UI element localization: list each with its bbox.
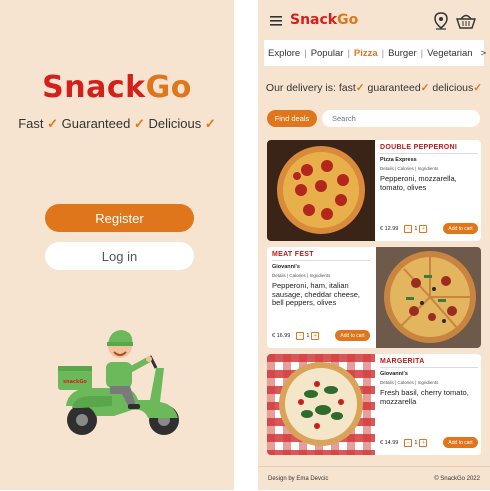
delivery-scooter-illustration: snackGo [58,330,179,435]
check-icon: ✓ [473,82,483,94]
quantity-stepper: − 1 + [404,439,428,447]
product-title: MEAT FEST [272,251,370,261]
add-to-cart-button[interactable]: Add to cart [443,437,478,448]
restaurant-name: Pizza Express [380,157,417,163]
svg-text:snackGo: snackGo [63,379,87,385]
check-icon: ✓ [133,116,145,131]
brand-logo[interactable]: SnackGo [290,12,358,28]
product-links[interactable]: Details | Calories | Ingridients [380,166,478,171]
copyright: © SnackGo 2022 [434,476,480,482]
margherita-pizza-image [267,354,375,455]
check-icon: ✓ [420,82,430,94]
check-icon: ✓ [355,82,365,94]
increase-button[interactable]: + [419,439,428,447]
restaurant-name: Giovanni's [272,264,300,270]
tab-vegetarian[interactable]: Vegetarian [423,48,476,59]
find-deals-button[interactable]: Find deals [267,110,317,127]
restaurant-name: Giovanni's [380,371,408,377]
product-price: € 16.99 [272,333,291,339]
quantity-stepper: − 1 + [404,225,428,233]
register-button[interactable]: Register [45,204,194,232]
decrease-button[interactable]: − [404,225,413,233]
footer: Design by Ema Devcic © SnackGo 2022 [258,466,490,491]
tab-burger[interactable]: Burger [384,48,421,59]
product-card[interactable]: DOUBLE PEPPERONI Pizza Express Details |… [267,140,481,241]
add-to-cart-button[interactable]: Add to cart [443,223,478,234]
delivery-tagline: Our delivery is: fast✓ guaranteed✓ delic… [265,82,483,94]
increase-button[interactable]: + [419,225,428,233]
product-description: Fresh basil, cherry tomato, mozzarella [380,388,469,406]
product-card[interactable]: MARGERITA Giovanni's Details | Calories … [267,354,481,455]
product-title: DOUBLE PEPPERONI [380,144,478,154]
quantity-value: 1 [414,226,418,232]
check-icon: ✓ [47,116,59,131]
quantity-stepper: − 1 + [296,332,320,340]
tagline: Fast ✓ Guaranteed ✓ Delicious ✓ [18,116,216,131]
design-credit: Design by Ema Devcic [268,476,329,482]
product-description: Pepperoni, mozzarella, tomato, olives [380,174,457,192]
app-logo: SnackGo [42,70,192,105]
divider [234,0,258,490]
tab-popular[interactable]: Popular [307,48,348,59]
decrease-button[interactable]: − [296,332,305,340]
next-arrow-icon[interactable]: > [477,48,490,59]
menu-screen: SnackGo Explore | Popular | Pizza | Burger |… [258,0,490,490]
meat-fest-pizza-image [376,247,481,348]
tab-pizza[interactable]: Pizza [350,48,382,59]
add-to-cart-button[interactable]: Add to cart [335,330,370,341]
product-description: Pepperoni, ham, italian sausage, cheddar… [272,281,360,308]
top-bar: SnackGo [258,0,490,40]
pepperoni-pizza-image [267,140,375,241]
product-price: € 12.99 [380,226,399,232]
quantity-value: 1 [306,333,310,339]
quantity-value: 1 [414,440,418,446]
category-nav: Explore | Popular | Pizza | Burger | Vegetar… [264,40,486,66]
increase-button[interactable]: + [311,332,320,340]
product-links[interactable]: Details | Calories | Ingridients [272,273,370,278]
welcome-screen: SnackGo Fast ✓ Guaranteed ✓ Delicious ✓ … [0,0,234,490]
menu-icon[interactable] [270,16,282,26]
tab-explore[interactable]: Explore [264,48,304,59]
login-button[interactable]: Log in [45,242,194,270]
location-pin-icon[interactable] [434,12,448,30]
product-card[interactable]: MEAT FEST Giovanni's Details | Calories … [267,247,481,348]
product-title: MARGERITA [380,358,478,368]
basket-icon[interactable] [456,12,476,30]
product-links[interactable]: Details | Calories | Ingridients [380,380,478,385]
product-price: € 14.99 [380,440,399,446]
decrease-button[interactable]: − [404,439,413,447]
check-icon: ✓ [204,116,216,131]
search-input[interactable] [322,110,480,127]
